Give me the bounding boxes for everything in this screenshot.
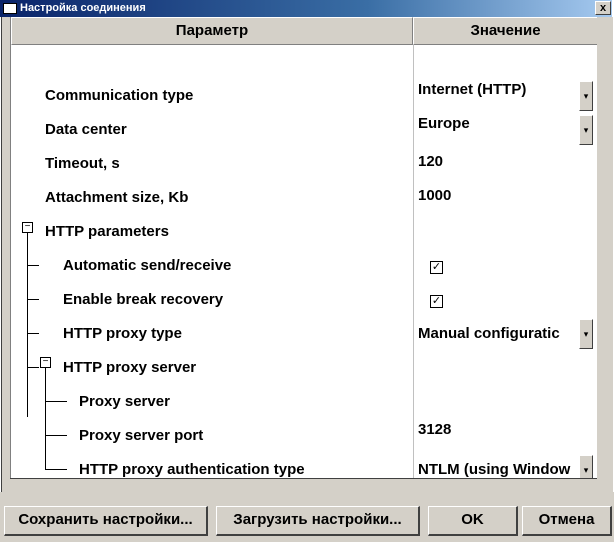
row-proxy-server-port[interactable]: Proxy server port 3128 — [11, 419, 597, 453]
column-header-parameter[interactable]: Параметр — [11, 17, 413, 45]
column-header-value[interactable]: Значение — [413, 17, 597, 45]
communication-type-dropdown-button[interactable]: ▾ — [579, 81, 593, 111]
row-label: Automatic send/receive — [63, 257, 232, 274]
row-label: Communication type — [45, 87, 194, 104]
row-automatic-send-receive[interactable]: Automatic send/receive ✓ — [11, 249, 597, 283]
row-label: HTTP proxy type — [63, 325, 182, 342]
row-label: Proxy server — [79, 393, 170, 410]
property-grid: Параметр Значение Communication type Int… — [10, 17, 597, 478]
row-attachment-size[interactable]: Attachment size, Kb 1000 — [11, 181, 597, 215]
row-label: Enable break recovery — [63, 291, 224, 308]
vertical-scrollbar[interactable] — [597, 17, 613, 478]
data-center-value[interactable]: Europe — [418, 115, 470, 132]
horizontal-scrollbar[interactable] — [10, 478, 597, 492]
window-icon — [3, 3, 17, 14]
row-http-parameters[interactable]: − HTTP parameters — [11, 215, 597, 249]
proxy-port-value[interactable]: 3128 — [418, 421, 451, 438]
row-communication-type[interactable]: Communication type Internet (HTTP) ▾ — [11, 79, 597, 113]
proxy-auth-dropdown-button[interactable]: ▾ — [579, 455, 593, 478]
cancel-button[interactable]: Отмена — [522, 506, 612, 536]
row-enable-break-recovery[interactable]: Enable break recovery ✓ — [11, 283, 597, 317]
proxy-auth-value[interactable]: NTLM (using Window — [418, 461, 570, 478]
proxy-type-value[interactable]: Manual configuratic — [418, 325, 560, 342]
close-button[interactable]: x — [595, 1, 611, 15]
row-label: Timeout, s — [45, 155, 120, 172]
row-http-proxy-auth-type[interactable]: HTTP proxy authentication type NTLM (usi… — [11, 453, 597, 478]
proxy-type-dropdown-button[interactable]: ▾ — [579, 319, 593, 349]
collapse-icon[interactable]: − — [22, 222, 33, 233]
row-http-proxy-type[interactable]: HTTP proxy type Manual configuratic ▾ — [11, 317, 597, 351]
row-proxy-server[interactable]: Proxy server — [11, 385, 597, 419]
row-label: Data center — [45, 121, 127, 138]
data-center-dropdown-button[interactable]: ▾ — [579, 115, 593, 145]
window-title: Настройка соединения — [20, 2, 146, 14]
timeout-value[interactable]: 120 — [418, 153, 443, 170]
row-label: Attachment size, Kb — [45, 189, 189, 206]
row-data-center[interactable]: Data center Europe ▾ — [11, 113, 597, 147]
row-label: Proxy server port — [79, 427, 204, 444]
row-label: HTTP proxy server — [63, 359, 197, 376]
row-http-proxy-server[interactable]: − HTTP proxy server — [11, 351, 597, 385]
row-timeout[interactable]: Timeout, s 120 — [11, 147, 597, 181]
auto-send-receive-checkbox[interactable]: ✓ — [430, 261, 443, 274]
load-settings-button[interactable]: Загрузить настройки... — [216, 506, 420, 536]
break-recovery-checkbox[interactable]: ✓ — [430, 295, 443, 308]
communication-type-value[interactable]: Internet (HTTP) — [418, 81, 526, 98]
ok-button[interactable]: OK — [428, 506, 518, 536]
attachment-size-value[interactable]: 1000 — [418, 187, 451, 204]
row-label: HTTP proxy authentication type — [79, 461, 305, 478]
title-bar: Настройка соединения x — [0, 0, 612, 17]
row-label: HTTP parameters — [45, 223, 169, 240]
save-settings-button[interactable]: Сохранить настройки... — [4, 506, 208, 536]
